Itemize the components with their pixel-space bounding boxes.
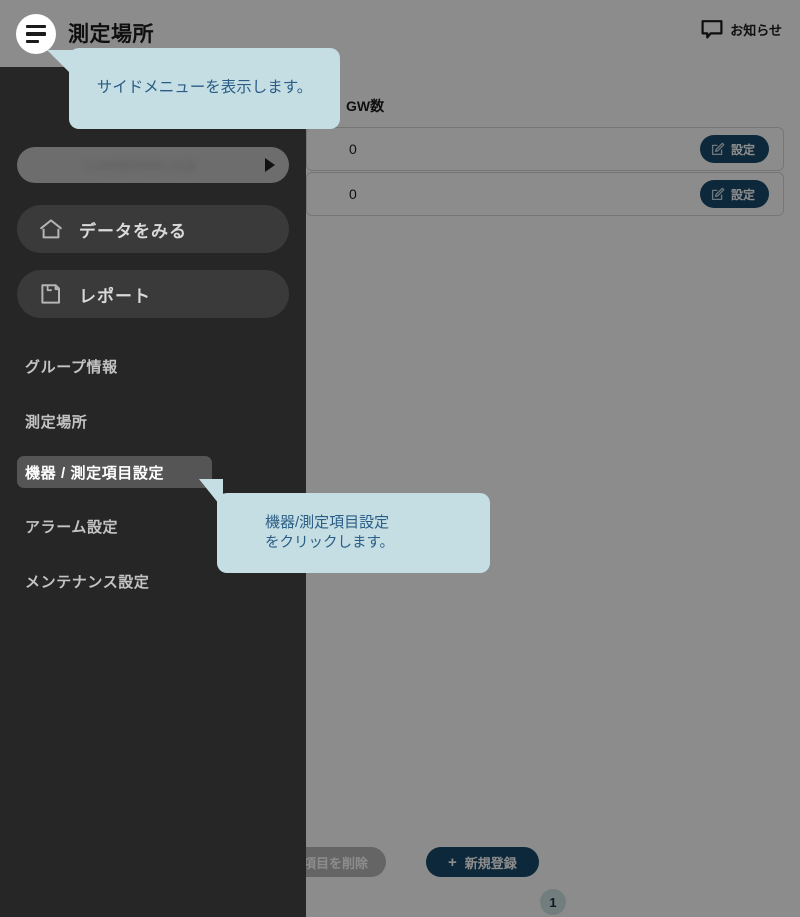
sidebar-item-label: レポート — [79, 286, 151, 306]
app-root: 測定場所 お知らせ GW数 0 設定 0 設定 択した項目を削除 + 新規登録 … — [0, 0, 800, 917]
hamburger-icon-bar — [26, 32, 46, 36]
home-icon — [39, 218, 63, 240]
sidebar-item-label: データをみる — [79, 221, 187, 241]
sidebar-item-maintenance-settings[interactable]: メンテナンス設定 — [17, 565, 212, 597]
tooltip-line-1: 機器/測定項目設定 — [265, 513, 390, 531]
sidebar-item-report[interactable]: レポート — [17, 270, 289, 318]
tooltip-tail — [199, 479, 223, 509]
account-email: s-aaa@mailto.co.jp — [85, 158, 197, 172]
sidebar-item-device-measurement-settings[interactable]: 機器 / 測定項目設定 — [17, 456, 212, 488]
sidebar-item-view-data[interactable]: データをみる — [17, 205, 289, 253]
hamburger-icon-bar — [26, 39, 39, 44]
tooltip-device-settings: 機器/測定項目設定 をクリックします。 — [199, 479, 490, 573]
play-triangle-icon — [265, 158, 275, 172]
account-selector[interactable]: s-aaa@mailto.co.jp — [17, 147, 289, 183]
sidebar-item-alarm-settings[interactable]: アラーム設定 — [17, 510, 212, 542]
tooltip-device-settings-text: 機器/測定項目設定 をクリックします。 — [265, 512, 394, 555]
sidebar-item-group-info[interactable]: グループ情報 — [17, 350, 212, 382]
tooltip-side-menu-text: サイドメニューを表示します。 — [96, 79, 313, 97]
report-icon — [39, 283, 63, 305]
hamburger-menu-button[interactable] — [16, 14, 56, 54]
tooltip-line-2: をクリックします。 — [265, 535, 395, 552]
sidebar-drawer: s-aaa@mailto.co.jp データをみる レポート グループ情報 測定… — [0, 67, 306, 917]
hamburger-icon — [26, 24, 46, 29]
sidebar-item-measurement-location[interactable]: 測定場所 — [17, 405, 212, 437]
tooltip-side-menu: サイドメニューを表示します。 — [47, 48, 340, 129]
tooltip-tail — [47, 50, 73, 76]
